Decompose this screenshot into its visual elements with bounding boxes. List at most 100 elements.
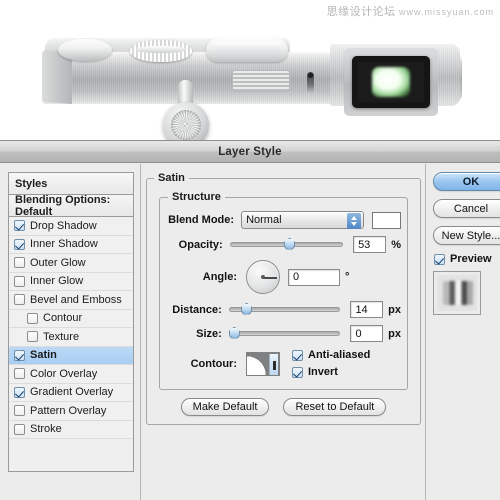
checkbox-inner-glow[interactable] <box>14 275 25 287</box>
distance-slider-thumb[interactable] <box>241 302 253 315</box>
opacity-unit: % <box>391 238 401 251</box>
dialog-actions-column: OK Cancel New Style... Preview <box>425 164 500 500</box>
dialog-title: Layer Style <box>218 145 282 158</box>
checkbox-stroke[interactable] <box>14 423 25 435</box>
checkbox-preview[interactable] <box>434 253 445 265</box>
chevron-updown-icon[interactable] <box>347 213 362 229</box>
opacity-slider[interactable] <box>229 237 344 253</box>
size-label: Size: <box>196 327 222 340</box>
blend-mode-value: Normal <box>246 214 282 226</box>
fx-row-drop-shadow[interactable]: Drop Shadow <box>9 217 133 236</box>
blend-mode-row: Blend Mode: Normal <box>166 211 402 229</box>
fx-row-gradient-overlay[interactable]: Gradient Overlay <box>9 383 133 402</box>
satin-group-legend: Satin <box>154 172 189 184</box>
size-slider[interactable] <box>228 326 341 342</box>
dialog-body: Styles Blending Options: Default Drop Sh… <box>0 164 500 500</box>
camera-photo <box>0 14 500 148</box>
chevron-up-icon <box>351 216 358 220</box>
defaults-button-row: Make Default Reset to Default <box>155 398 412 416</box>
new-style-button[interactable]: New Style... <box>433 226 500 245</box>
fx-label-pattern-overlay: Pattern Overlay <box>30 404 107 417</box>
angle-dial[interactable] <box>246 260 280 294</box>
make-default-button[interactable]: Make Default <box>180 398 270 416</box>
viewfinder-glow <box>372 67 410 97</box>
preview-label: Preview <box>450 253 492 265</box>
distance-value: 14 <box>355 303 368 316</box>
checkbox-anti-aliased[interactable] <box>292 349 303 361</box>
preview-row[interactable]: Preview <box>434 253 500 265</box>
camera-dial-knurled <box>130 40 192 62</box>
blend-mode-select[interactable]: Normal <box>241 211 365 229</box>
fx-row-outer-glow[interactable]: Outer Glow <box>9 254 133 273</box>
distance-row: Distance: 14 px <box>166 301 401 318</box>
angle-dial-hub <box>261 275 265 279</box>
fx-row-texture[interactable]: Texture <box>9 328 133 347</box>
checkbox-drop-shadow[interactable] <box>14 220 25 232</box>
style-preview-image <box>443 281 473 305</box>
blend-mode-label: Blend Mode: <box>168 214 235 226</box>
checkbox-gradient-overlay[interactable] <box>14 386 25 398</box>
distance-label: Distance: <box>172 303 222 316</box>
camera-dial-left <box>58 39 112 61</box>
distance-unit: px <box>388 303 401 316</box>
fx-row-inner-shadow[interactable]: Inner Shadow <box>9 235 133 254</box>
camera-grille <box>232 70 290 92</box>
contour-dropdown-arrow-icon[interactable] <box>269 353 278 375</box>
invert-row[interactable]: Invert <box>292 366 370 378</box>
fx-row-pattern-overlay[interactable]: Pattern Overlay <box>9 402 133 421</box>
opacity-input[interactable]: 53 <box>353 236 387 253</box>
anti-aliased-label: Anti-aliased <box>308 349 371 361</box>
opacity-value: 53 <box>358 238 371 251</box>
screenshot-root: 思缘设计论坛 www.missyuan.com Layer Style Styl… <box>0 0 500 500</box>
checkbox-satin[interactable] <box>14 349 25 361</box>
distance-slider[interactable] <box>228 302 341 318</box>
fx-row-contour[interactable]: Contour <box>9 309 133 328</box>
contour-row: Contour: Anti-aliased Invert <box>166 349 401 378</box>
blend-color-swatch[interactable] <box>372 211 402 229</box>
angle-label: Angle: <box>202 271 237 283</box>
fx-row-stroke[interactable]: Stroke <box>9 420 133 439</box>
checkbox-outer-glow[interactable] <box>14 257 25 269</box>
size-slider-thumb[interactable] <box>228 326 240 339</box>
styles-column: Styles Blending Options: Default Drop Sh… <box>0 164 140 500</box>
fx-row-inner-glow[interactable]: Inner Glow <box>9 272 133 291</box>
fx-label-outer-glow: Outer Glow <box>30 256 86 269</box>
ok-button[interactable]: OK <box>433 172 500 191</box>
blending-options-row[interactable]: Blending Options: Default <box>9 194 133 218</box>
size-slider-track <box>228 331 341 336</box>
checkbox-bevel-and-emboss[interactable] <box>14 294 25 306</box>
chevron-down-icon <box>351 222 358 226</box>
angle-value: 0 <box>293 271 300 283</box>
distance-input[interactable]: 14 <box>350 301 384 318</box>
camera-viewfinder <box>352 56 430 108</box>
contour-label: Contour: <box>190 357 237 370</box>
contour-preset-swatch[interactable] <box>246 351 280 376</box>
checkbox-texture[interactable] <box>27 331 38 343</box>
checkbox-inner-shadow[interactable] <box>14 238 25 250</box>
fx-label-satin: Satin <box>30 349 57 362</box>
fx-label-texture: Texture <box>43 330 80 343</box>
satin-settings-column: Satin Structure Blend Mode: Normal Opaci… <box>140 164 425 500</box>
checkbox-contour[interactable] <box>27 312 38 324</box>
opacity-row: Opacity: 53 % <box>166 236 401 253</box>
angle-dial-needle <box>263 277 277 279</box>
layer-style-dialog: Layer Style Styles Blending Options: Def… <box>0 140 500 500</box>
fx-row-bevel-and-emboss[interactable]: Bevel and Emboss <box>9 291 133 310</box>
opacity-label: Opacity: <box>178 238 223 251</box>
dialog-titlebar[interactable]: Layer Style <box>0 141 500 163</box>
anti-aliased-row[interactable]: Anti-aliased <box>292 349 370 361</box>
angle-input[interactable]: 0 <box>288 268 340 286</box>
fx-row-color-overlay[interactable]: Color Overlay <box>9 365 133 384</box>
checkbox-invert[interactable] <box>292 366 303 378</box>
column-divider-right <box>425 164 426 500</box>
styles-header[interactable]: Styles <box>9 173 133 195</box>
reset-to-default-button[interactable]: Reset to Default <box>283 398 387 416</box>
fx-label-inner-shadow: Inner Shadow <box>30 238 98 251</box>
size-input[interactable]: 0 <box>350 325 384 342</box>
cancel-button[interactable]: Cancel <box>433 199 500 218</box>
checkbox-color-overlay[interactable] <box>14 368 25 380</box>
fx-label-color-overlay: Color Overlay <box>30 367 98 380</box>
checkbox-pattern-overlay[interactable] <box>14 405 25 417</box>
opacity-slider-thumb[interactable] <box>284 237 296 250</box>
fx-row-satin[interactable]: Satin <box>9 346 133 365</box>
